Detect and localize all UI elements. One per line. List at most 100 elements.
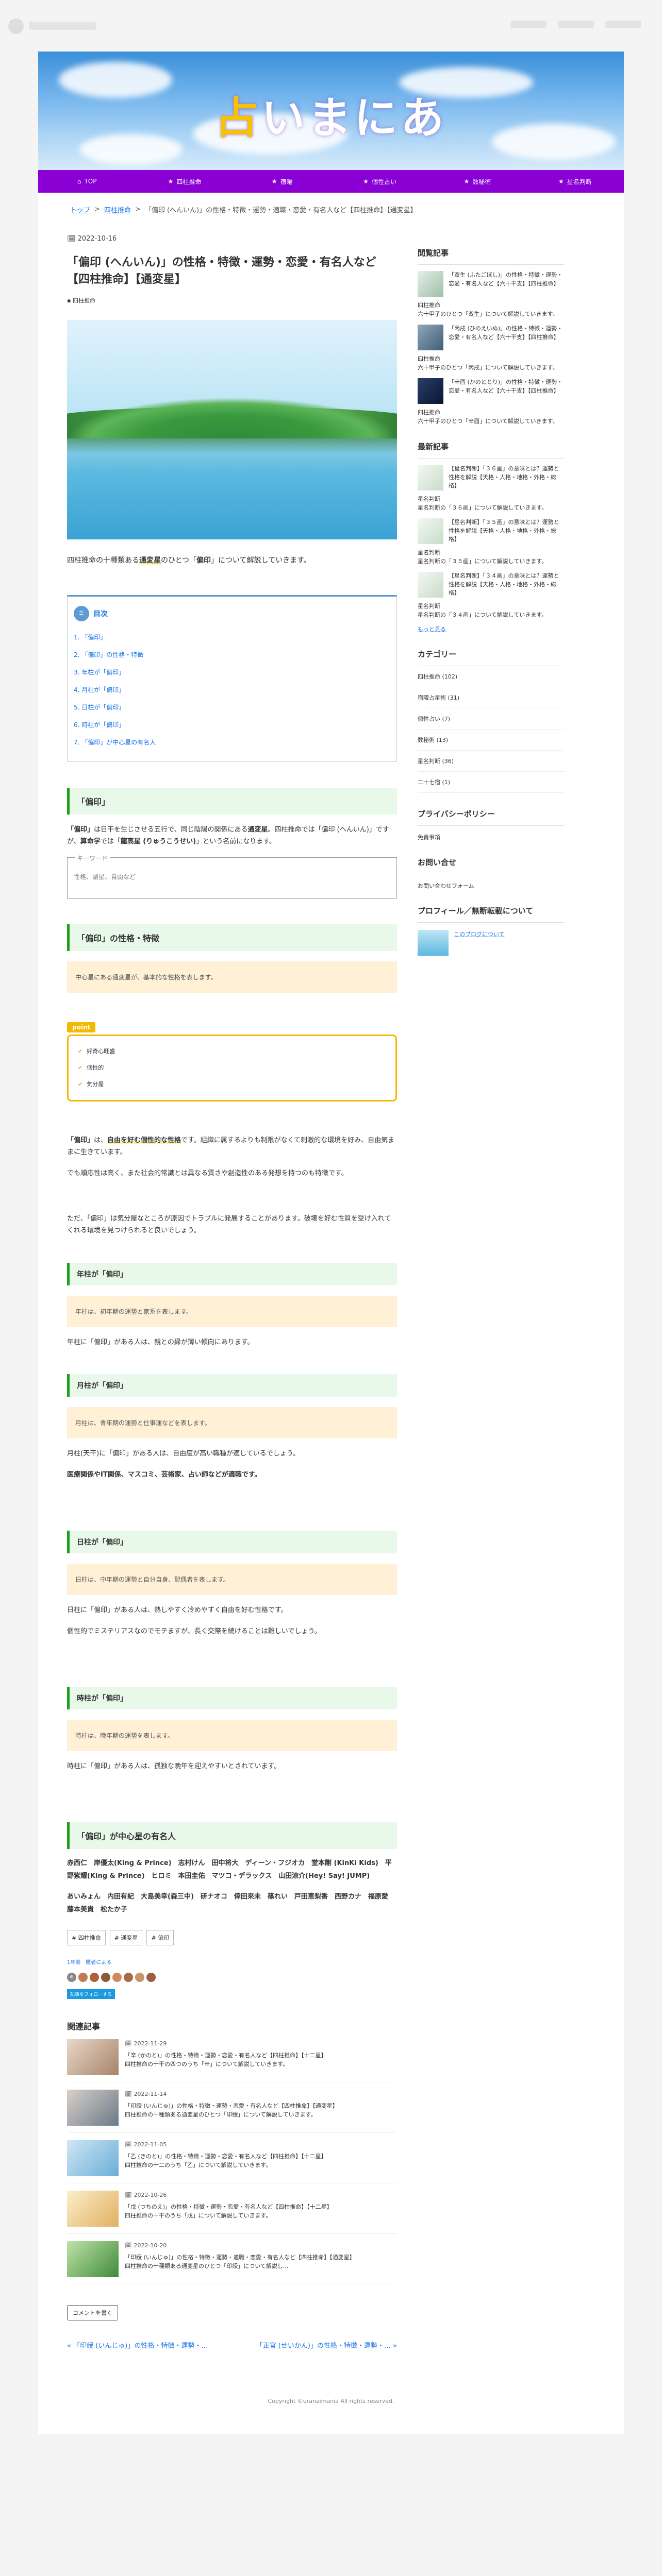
share-icon[interactable]: ⊕: [67, 1972, 76, 1982]
sns-link[interactable]: [558, 21, 594, 28]
section-heading: 「偏印」の性格・特徴: [67, 924, 397, 951]
toc-item[interactable]: 1. 「偏印」: [74, 629, 388, 646]
post-thumbnail[interactable]: [418, 378, 443, 404]
about-link[interactable]: このブログについて: [454, 930, 505, 938]
point-tag: point: [67, 1022, 96, 1032]
related-item[interactable]: 🗓 2022-11-05 「乙 (きのと)」の性格・特徴・運勢・恋愛・有名人など【…: [67, 2133, 397, 2183]
sidebar-post-category: 星名判断: [418, 549, 440, 556]
comment-button[interactable]: コメントを書く: [67, 2304, 118, 2320]
sidebar: 閲覧記事 「双生 (ふたごぼし)」の性格・特徴・運勢・恋愛・有名人など【六十干支…: [418, 226, 564, 2351]
search-input[interactable]: [74, 873, 390, 880]
related-thumbnail[interactable]: [67, 2190, 119, 2227]
category-item[interactable]: 星名判断 (36): [418, 751, 564, 772]
intro-text: 四柱推命の十種類ある通変星のひとつ「偏印」について解説していきます。: [67, 556, 311, 565]
follow-button[interactable]: 記事をフォローする: [67, 1989, 115, 1999]
sidebar-post[interactable]: 「丙戌 (ひのえいぬ)」の性格・特徴・運勢・恋愛・有名人など【六十干支】【四柱推…: [418, 325, 564, 351]
tag-link[interactable]: # 四柱推命: [67, 1929, 106, 1945]
star-icon: ★: [464, 178, 470, 185]
sidebar-post[interactable]: 【星名判断】「３６画」の意味とは？運勢と性格を解説【天格・人格・地格・外格・総格…: [418, 465, 564, 491]
post-thumbnail[interactable]: [418, 465, 443, 491]
post-thumbnail[interactable]: [418, 518, 443, 545]
sidebar-post[interactable]: 【星名判断】「３４画」の意味とは？運勢と性格を解説【天格・人格・地格・外格・総格…: [418, 572, 564, 598]
note-box: 中心星にある通変星が、基本的な性格を表します。: [67, 961, 397, 993]
sidebar-post-desc: 星名判断の「３５画」について解説していきます。: [418, 557, 548, 565]
share-icon[interactable]: [135, 1972, 144, 1982]
more-link[interactable]: もっと見る: [418, 625, 564, 633]
celebrity-list: あいみょん 内田有紀 大島美幸(森三中) 研ナオコ 倖田來未 篠れい 戸田恵梨香…: [67, 1893, 395, 1913]
meta-link[interactable]: 匿者による: [86, 1960, 111, 1965]
article: 🗓 2022-10-16 「偏印 (へんいん)」の性格・特徴・運勢・恋愛・有名人…: [67, 226, 397, 2351]
post-thumbnail[interactable]: [418, 271, 443, 297]
share-icon[interactable]: [90, 1972, 99, 1982]
sns-link[interactable]: [510, 21, 547, 28]
meta-link[interactable]: 1年前: [67, 1960, 80, 1965]
body-text: 個性的でミステリアスなのでモテますが、長く交際を続けることは難しいでしょう。: [67, 1628, 321, 1636]
related-item[interactable]: 🗓 2022-11-14 「印綬 (いんじゅ)」の性格・特徴・運勢・恋愛・有名人な…: [67, 2082, 397, 2133]
toc-item[interactable]: 6. 時柱が「偏印」: [74, 716, 388, 734]
nav-item-kosei[interactable]: ★ 個性占い: [331, 170, 428, 193]
point-item: ✔ 個性的: [78, 1060, 386, 1076]
nav-item-top[interactable]: ⌂ TOP: [38, 170, 136, 193]
copyright: Copyright ©uranaimania All rights reserv…: [268, 2398, 394, 2405]
share-icon[interactable]: [78, 1972, 88, 1982]
share-icon[interactable]: [101, 1972, 110, 1982]
note-box: 月柱は、青年期の運勢と仕事運などを表します。: [67, 1406, 397, 1438]
share-icon[interactable]: [124, 1972, 133, 1982]
sidebar-post-category: 四柱推命: [418, 409, 440, 416]
sidebar-post[interactable]: 【星名判断】「３５画」の意味とは？運勢と性格を解説【天格・人格・地格・外格・総格…: [418, 518, 564, 545]
related-item[interactable]: 🗓 2022-11-29 「辛 (かのと)」の性格・特徴・運勢・恋愛・有名人など【…: [67, 2032, 397, 2082]
body-text: 月柱(天干)に「偏印」がある人は、自由度が高い職種が適しているでしょう。: [67, 1449, 300, 1458]
category-item[interactable]: 宿曜占星術 (31): [418, 687, 564, 708]
sub-heading: 日柱が「偏印」: [67, 1530, 397, 1553]
sidebar-heading: 最新記事: [418, 441, 564, 459]
share-icon[interactable]: [112, 1972, 122, 1982]
post-thumbnail[interactable]: [418, 572, 443, 598]
sidebar-post-desc: 星名判断の「３４画」について解説していきます。: [418, 612, 548, 619]
note-box: 年柱は、初年期の運勢と家系を表します。: [67, 1295, 397, 1327]
related-thumbnail[interactable]: [67, 2089, 119, 2126]
sidebar-heading: プライバシーポリシー: [418, 808, 564, 826]
table-of-contents: ☰ 目次 1. 「偏印」 2. 「偏印」の性格・特徴 3. 年柱が「偏印」 4. …: [67, 595, 397, 762]
category-item[interactable]: 四柱推命 (102): [418, 666, 564, 687]
star-icon: ★: [168, 178, 174, 185]
prev-post-link[interactable]: « 「印綬 (いんじゅ)」の性格・特徴・運勢・…: [67, 2341, 222, 2352]
share-icon[interactable]: [146, 1972, 156, 1982]
next-post-link[interactable]: 「正官 (せいかん)」の性格・特徴・運勢・… »: [242, 2341, 397, 2352]
related-item[interactable]: 🗓 2022-10-20 「印綬 (いんじゅ)」の性格・特徴・運勢・適職・恋愛・有…: [67, 2234, 397, 2284]
top-bar: [0, 0, 662, 52]
tag-link[interactable]: # 通変星: [109, 1929, 143, 1945]
toc-item[interactable]: 7. 「偏印」が中心星の有名人: [74, 734, 388, 751]
breadcrumb-category[interactable]: 四柱推命: [104, 205, 131, 214]
breadcrumb-home[interactable]: トップ: [70, 205, 90, 214]
site-icon[interactable]: [8, 19, 24, 34]
category-label[interactable]: ▪ 四柱推命: [67, 296, 397, 304]
category-item[interactable]: 数秘術 (13): [418, 730, 564, 751]
sub-heading: 時柱が「偏印」: [67, 1687, 397, 1710]
category-item[interactable]: 個性占い (7): [418, 708, 564, 730]
toc-item[interactable]: 4. 月柱が「偏印」: [74, 681, 388, 699]
toc-item[interactable]: 2. 「偏印」の性格・特徴: [74, 646, 388, 664]
nav-item-seimei[interactable]: ★ 星名判断: [526, 170, 624, 193]
breadcrumb-current: 「偏印 (へんいん)」の性格・特徴・運勢・適職・恋愛・有名人など【四柱推命】【通…: [144, 206, 417, 214]
related-item[interactable]: 🗓 2022-10-26 「戊 (つちのえ)」の性格・特徴・運勢・恋愛・有名人など…: [67, 2183, 397, 2234]
tag-link[interactable]: # 偏印: [146, 1929, 174, 1945]
nav-item-sukuyo[interactable]: ★ 宿曜: [234, 170, 331, 193]
site-logo[interactable]: 占いまにあ: [38, 83, 624, 146]
sidebar-post-desc: 星名判断の「３６画」について解説していきます。: [418, 504, 548, 511]
sidebar-post[interactable]: 「辛酉 (かのととり)」の性格・特徴・運勢・恋愛・有名人など【六十干支】【四柱推…: [418, 378, 564, 404]
related-thumbnail[interactable]: [67, 2140, 119, 2176]
nav-item-suhi[interactable]: ★ 数秘術: [428, 170, 526, 193]
related-thumbnail[interactable]: [67, 2039, 119, 2075]
nav-item-shichu[interactable]: ★ 四柱推命: [136, 170, 233, 193]
toc-item[interactable]: 5. 日柱が「偏印」: [74, 699, 388, 716]
toc-title[interactable]: 目次: [93, 608, 108, 619]
post-thumbnail[interactable]: [418, 325, 443, 351]
category-item[interactable]: 二十七宿 (1): [418, 772, 564, 793]
contact-link[interactable]: お問い合わせフォーム: [418, 882, 564, 890]
privacy-link[interactable]: 免責事項: [418, 833, 564, 841]
sidebar-post[interactable]: 「双生 (ふたごぼし)」の性格・特徴・運勢・恋愛・有名人など【六十干支】【四柱推…: [418, 271, 564, 297]
sns-link[interactable]: [605, 21, 641, 28]
related-thumbnail[interactable]: [67, 2241, 119, 2277]
sidebar-post-category: 星名判断: [418, 496, 440, 503]
toc-item[interactable]: 3. 年柱が「偏印」: [74, 664, 388, 681]
